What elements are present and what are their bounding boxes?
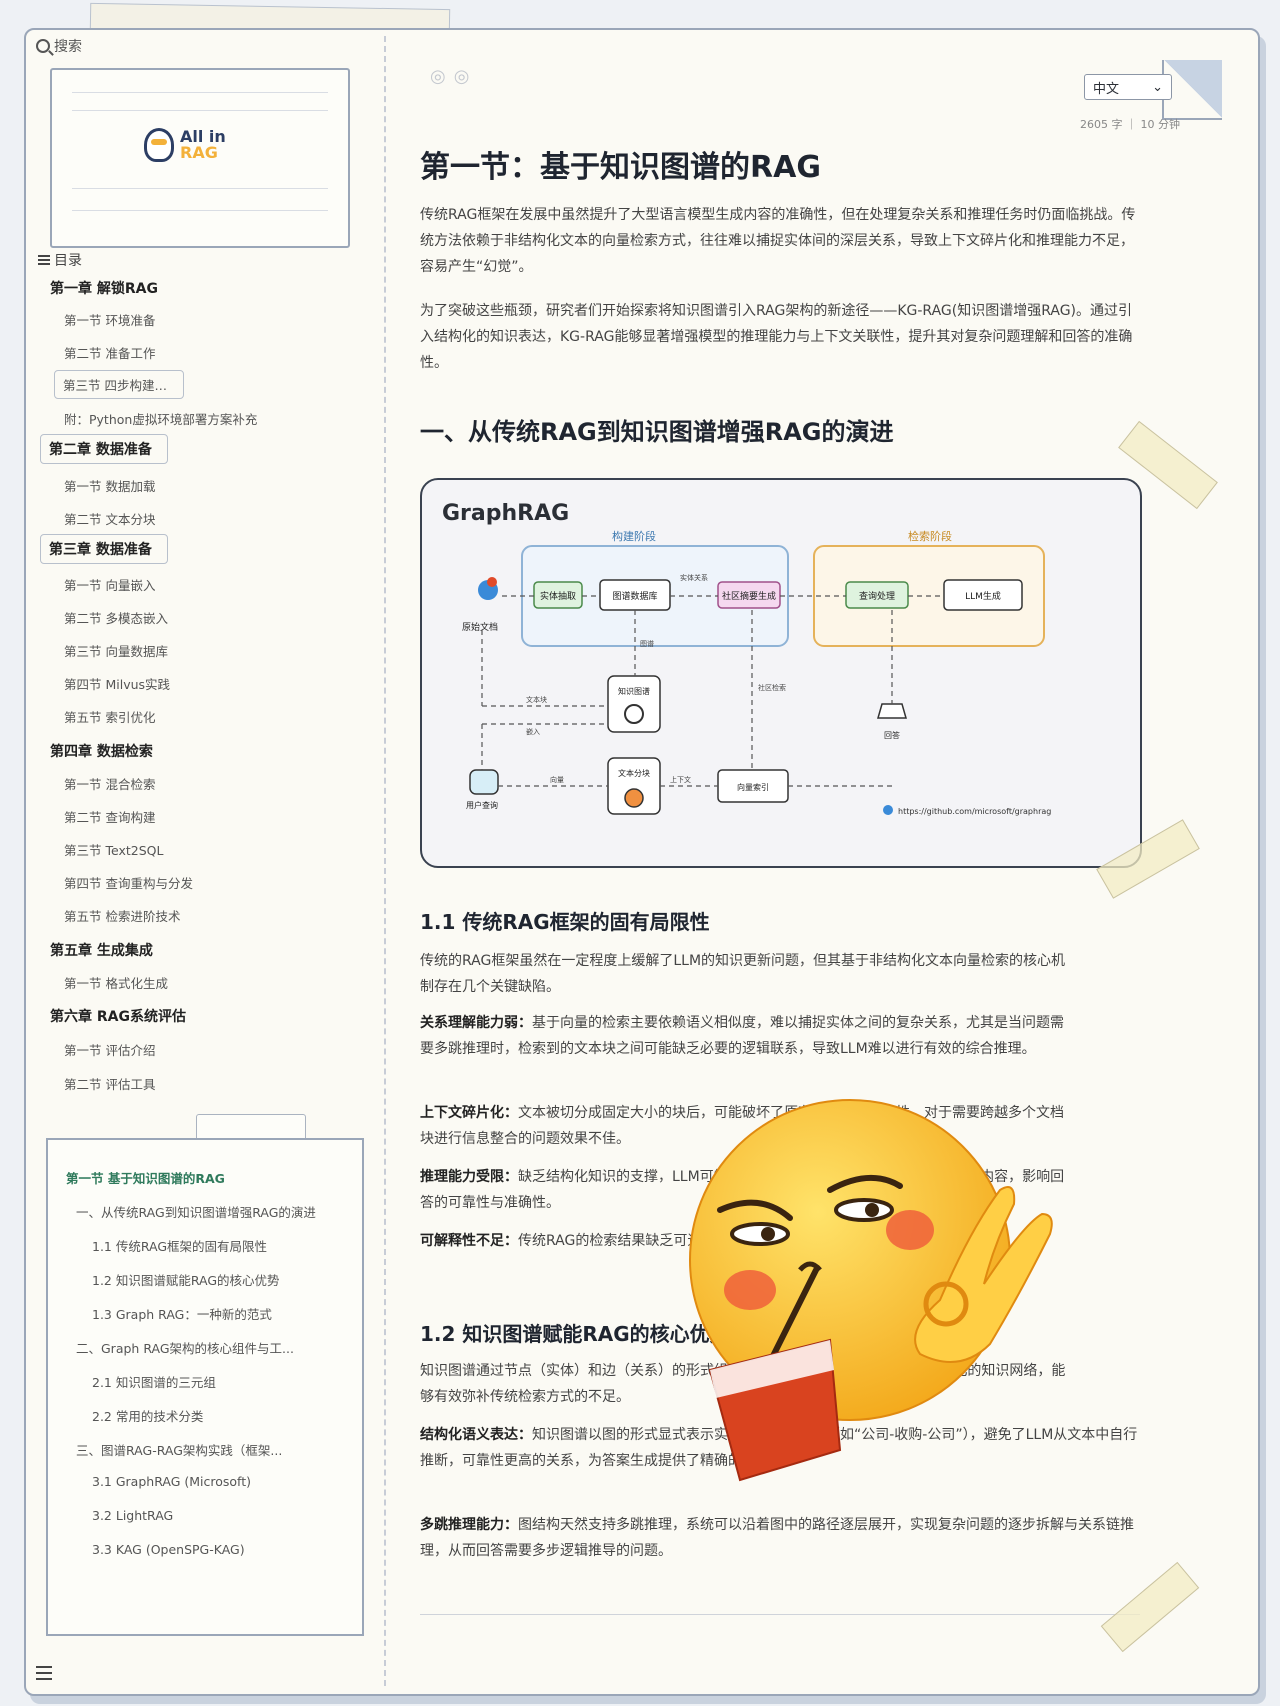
paragraph: 传统的RAG框架虽然在一定程度上缓解了LLM的知识更新问题，但其基于非结构化文本… xyxy=(420,953,1066,995)
graphrag-diagram: GraphRAG 构建阶段 检索阶段 实体抽取 图谱数据库 社区摘要生成 查询处… xyxy=(420,478,1142,868)
smirk-ok-emoji-icon xyxy=(689,1099,1053,1482)
spiral-icon: ◎ xyxy=(453,66,470,87)
divider xyxy=(420,1614,1140,1615)
list-icon xyxy=(38,255,50,265)
node-chunk-label: 文本分块 xyxy=(618,768,650,778)
logo-card[interactable]: All in RAG xyxy=(50,68,350,248)
toc-item[interactable]: 第五节 索引优化 xyxy=(64,707,364,726)
page-outline: 第一节 基于知识图谱的RAG 一、从传统RAG到知识图谱增强RAG的演进 1.1… xyxy=(46,1138,364,1636)
node-doc-label: 原始文档 xyxy=(462,621,498,633)
node-llm-label: LLM生成 xyxy=(965,590,1001,602)
subsection-heading: 1.1 传统RAG框架的固有局限性 xyxy=(420,910,710,934)
outline-item[interactable]: 2.1 知识图谱的三元组 xyxy=(92,1372,342,1391)
sidebar-search[interactable]: 搜索 xyxy=(36,36,82,56)
edge-label: 向量 xyxy=(550,775,564,784)
edge-label: 图谱 xyxy=(640,639,654,648)
toc-chapter-1[interactable]: 第一章 解锁RAG xyxy=(50,278,158,298)
group-retrieve-label: 检索阶段 xyxy=(908,529,952,543)
toc-label: 目录 xyxy=(38,250,82,270)
menu-icon[interactable] xyxy=(36,1666,52,1680)
toc-item[interactable]: 第二节 多模态嵌入 xyxy=(64,608,364,627)
edge-label: 嵌入 xyxy=(526,728,540,736)
intro-paragraph: 传统RAG框架在发展中虽然提升了大型语言模型生成内容的准确性，但在处理复杂关系和… xyxy=(420,207,1136,275)
outline-item-active[interactable]: 第一节 基于知识图谱的RAG xyxy=(66,1168,316,1187)
outline-item[interactable]: 三、图谱RAG-RAG架构实践（框架... xyxy=(76,1440,326,1459)
spiral-icon: ◎ xyxy=(430,66,446,87)
chevron-down-icon: ⌄ xyxy=(1152,79,1163,95)
logo: All in RAG xyxy=(144,128,226,162)
node-user-label: 用户查询 xyxy=(466,800,498,810)
edge-label: 社区检索 xyxy=(758,683,786,692)
toc-item[interactable]: 第四节 查询重构与分发 xyxy=(64,873,364,892)
node-query-label: 查询处理 xyxy=(859,590,895,602)
section-heading: 一、从传统RAG到知识图谱增强RAG的演进 xyxy=(420,418,894,446)
toc-item[interactable]: 第一节 混合检索 xyxy=(64,774,364,793)
toc-item[interactable]: 第四节 Milvus实践 xyxy=(64,674,364,693)
user-icon xyxy=(469,769,499,795)
node-index-label: 向量索引 xyxy=(737,782,769,792)
edge-label: 上下文 xyxy=(670,775,691,784)
toc-item[interactable]: 第二节 准备工作 xyxy=(64,343,364,362)
bullet-paragraph: 关系理解能力弱：基于向量的检索主要依赖语义相似度，难以捕捉实体之间的复杂关系，尤… xyxy=(420,1015,1064,1057)
toc-item[interactable]: 第三节 四步构建RAG xyxy=(54,370,184,399)
logo-line2: RAG xyxy=(180,143,218,162)
group-build-label: 构建阶段 xyxy=(612,529,656,543)
toc-item[interactable]: 第三节 Text2SQL xyxy=(64,840,364,859)
outline-item[interactable]: 1.2 知识图谱赋能RAG的核心优势 xyxy=(92,1270,342,1289)
toc-item[interactable]: 第二节 查询构建 xyxy=(64,807,364,826)
toc-item[interactable]: 第二节 评估工具 xyxy=(64,1074,364,1093)
top-icons: ◎ ◎ xyxy=(430,66,469,87)
outline-item[interactable]: 二、Graph RAG架构的核心组件与工... xyxy=(76,1338,326,1357)
search-label: 搜索 xyxy=(54,39,82,55)
toc-chapter-3[interactable]: 第三章 数据准备 xyxy=(40,534,168,564)
diagram-title: GraphRAG xyxy=(442,501,569,526)
toc-chapter-5[interactable]: 第五章 生成集成 xyxy=(50,940,153,960)
toc-item[interactable]: 第一节 环境准备 xyxy=(64,310,364,329)
intro-paragraph: 为了突破这些瓶颈，研究者们开始探索将知识图谱引入RAG架构的新途径——KG-RA… xyxy=(420,303,1133,371)
toc-item[interactable]: 第一节 格式化生成 xyxy=(64,973,364,992)
outline-item[interactable]: 一、从传统RAG到知识图谱增强RAG的演进 xyxy=(76,1202,326,1221)
diagram-footer: https://github.com/microsoft/graphrag xyxy=(898,807,1051,816)
robot-logo-icon xyxy=(144,128,174,162)
toc-item[interactable]: 第二节 文本分块 xyxy=(64,509,364,528)
node-answer-label: 回答 xyxy=(884,730,900,740)
toc-item[interactable]: 第一节 数据加载 xyxy=(64,476,364,495)
outline-item[interactable]: 3.3 KAG (OpenSPG-KAG) xyxy=(92,1542,342,1557)
node-community-label: 社区摘要生成 xyxy=(722,590,776,602)
edge-label: 实体关系 xyxy=(680,573,708,582)
outline-item[interactable]: 2.2 常用的技术分类 xyxy=(92,1406,342,1425)
toc-chapter-4[interactable]: 第四章 数据检索 xyxy=(50,741,153,761)
node-extract-label: 实体抽取 xyxy=(540,590,576,602)
outline-item[interactable]: 3.1 GraphRAG (Microsoft) xyxy=(92,1474,342,1489)
toc-chapter-2[interactable]: 第二章 数据准备 xyxy=(40,434,168,464)
toc-chapter-6[interactable]: 第六章 RAG系统评估 xyxy=(50,1006,186,1026)
node-db-label: 图谱数据库 xyxy=(612,590,657,602)
toc-item[interactable]: 第一节 向量嵌入 xyxy=(64,575,364,594)
toc-item[interactable]: 第三节 向量数据库 xyxy=(64,641,364,660)
bullet-paragraph: 多跳推理能力：图结构天然支持多跳推理，系统可以沿着图中的路径逐层展开，实现复杂问… xyxy=(420,1517,1134,1559)
edge-label: 文本块 xyxy=(526,695,547,704)
toc-item[interactable]: 第一节 评估介绍 xyxy=(64,1040,364,1059)
sidebar: 搜索 All in RAG 目录 第一章 解锁RAG 第一节 环境准备 第二节 … xyxy=(36,36,386,1686)
toc-item[interactable]: 第五节 检索进阶技术 xyxy=(64,906,364,925)
node-kg-label: 知识图谱 xyxy=(618,686,650,696)
language-select[interactable]: 中文 ⌄ xyxy=(1084,74,1172,100)
toc-item[interactable]: 附：Python虚拟环境部署方案补充 xyxy=(64,409,364,428)
diagram-svg: GraphRAG 构建阶段 检索阶段 实体抽取 图谱数据库 社区摘要生成 查询处… xyxy=(442,501,1051,816)
search-icon xyxy=(36,39,50,53)
answer-icon xyxy=(877,703,907,719)
link-icon xyxy=(883,805,893,815)
page-title: 第一节：基于知识图谱的RAG xyxy=(420,150,821,185)
reading-meta: 2605 字 ｜ 10 分钟 xyxy=(1080,118,1180,131)
outline-item[interactable]: 1.1 传统RAG框架的固有局限性 xyxy=(92,1236,342,1255)
outline-item[interactable]: 3.2 LightRAG xyxy=(92,1508,342,1523)
outline-item[interactable]: 1.3 Graph RAG：一种新的范式 xyxy=(92,1304,342,1323)
